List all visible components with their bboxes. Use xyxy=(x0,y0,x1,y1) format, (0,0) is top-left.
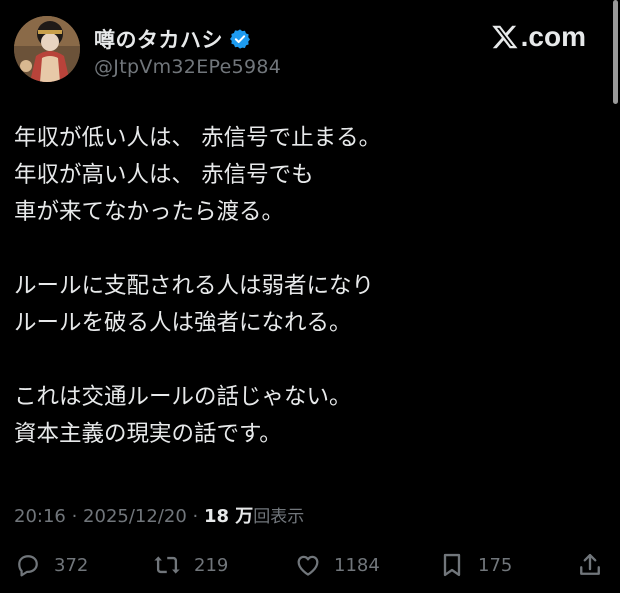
repost-icon xyxy=(154,556,180,574)
views-label: 回表示 xyxy=(253,507,305,527)
repost-button[interactable]: 219 xyxy=(152,546,228,584)
post-date[interactable]: 2025/12/20 xyxy=(83,506,187,527)
post-meta: 20:16 · 2025/12/20 · 18 万回表示 xyxy=(14,502,304,528)
scrollbar[interactable] xyxy=(613,0,618,104)
post-line-blank xyxy=(14,231,604,268)
verified-badge-icon xyxy=(230,29,250,49)
meta-separator: · xyxy=(186,506,204,527)
x-logo-icon xyxy=(491,25,518,49)
bookmark-icon xyxy=(443,553,461,577)
bookmark-button[interactable]: 175 xyxy=(438,546,512,584)
meta-separator: · xyxy=(65,506,84,527)
like-count: 1184 xyxy=(334,554,380,576)
author-name-row: 噂のタカハシ xyxy=(94,24,251,54)
share-button[interactable] xyxy=(576,546,604,584)
views-count: 18 万 xyxy=(203,506,254,527)
author-handle[interactable]: @JtpVm32EPe5984 xyxy=(94,56,281,78)
avatar-illustration-icon xyxy=(14,16,80,82)
post-time[interactable]: 20:16 xyxy=(14,506,66,527)
post-line: 年収が低い人は、 赤信号で止まる。 xyxy=(14,125,382,151)
post-line: ルールを破る人は強者になれる。 xyxy=(14,310,352,336)
x-com-watermark: .com xyxy=(490,22,586,52)
reply-icon xyxy=(18,555,38,577)
post-line: 車が来てなかったら渡る。 xyxy=(14,199,285,225)
avatar[interactable] xyxy=(14,16,80,82)
post-body: 年収が低い人は、 赤信号で止まる。 年収が高い人は、 赤信号でも 車が来てなかっ… xyxy=(14,120,604,453)
watermark-domain-suffix: .com xyxy=(520,21,586,52)
post-line: 資本主義の現実の話です。 xyxy=(14,421,282,447)
post-line-blank xyxy=(14,342,604,379)
reply-count: 372 xyxy=(54,554,89,576)
author-display-name[interactable]: 噂のタカハシ xyxy=(94,24,223,54)
post-line: ルールに支配される人は弱者になり xyxy=(14,273,375,299)
post-header: 噂のタカハシ @JtpVm32EPe5984 .com xyxy=(14,16,600,88)
post-line: これは交通ルールの話じゃない。 xyxy=(14,384,352,410)
reply-button[interactable]: 372 xyxy=(14,546,88,584)
share-icon xyxy=(580,553,600,575)
like-button[interactable]: 1184 xyxy=(294,546,380,584)
bookmark-count: 175 xyxy=(478,554,513,576)
repost-count: 219 xyxy=(194,554,229,576)
post-line: 年収が高い人は、 赤信号でも xyxy=(14,162,314,188)
heart-icon xyxy=(297,555,319,576)
action-bar: 372 219 1184 175 xyxy=(14,546,606,584)
